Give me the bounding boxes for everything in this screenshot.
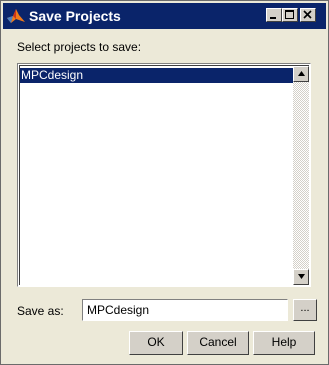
projects-list[interactable]: MPCdesign [17, 63, 311, 287]
maximize-button[interactable] [282, 8, 298, 22]
browse-button[interactable]: ... [293, 299, 317, 321]
arrow-up-icon [298, 71, 305, 76]
scroll-up-button[interactable] [293, 66, 309, 82]
matlab-membrane-icon [6, 7, 26, 25]
minimize-button[interactable] [266, 8, 282, 22]
arrow-down-icon [298, 274, 305, 279]
vertical-scrollbar[interactable] [293, 66, 309, 285]
save-as-label: Save as: [17, 304, 64, 318]
save-projects-dialog: Save Projects Select projects to save: M… [0, 0, 329, 365]
scroll-down-button[interactable] [293, 269, 309, 285]
list-item[interactable]: MPCdesign [20, 68, 296, 83]
close-button[interactable] [300, 8, 316, 22]
cancel-button[interactable]: Cancel [187, 331, 249, 355]
maximize-icon [285, 10, 294, 19]
window-title: Save Projects [29, 8, 121, 24]
ok-button[interactable]: OK [129, 331, 183, 355]
select-projects-label: Select projects to save: [17, 40, 142, 54]
minimize-icon [270, 17, 276, 19]
help-button[interactable]: Help [253, 331, 315, 355]
save-as-field[interactable]: MPCdesign [82, 299, 288, 321]
projects-list-viewport: MPCdesign [19, 65, 309, 285]
title-bar[interactable]: Save Projects [3, 3, 326, 29]
close-icon [303, 10, 312, 19]
